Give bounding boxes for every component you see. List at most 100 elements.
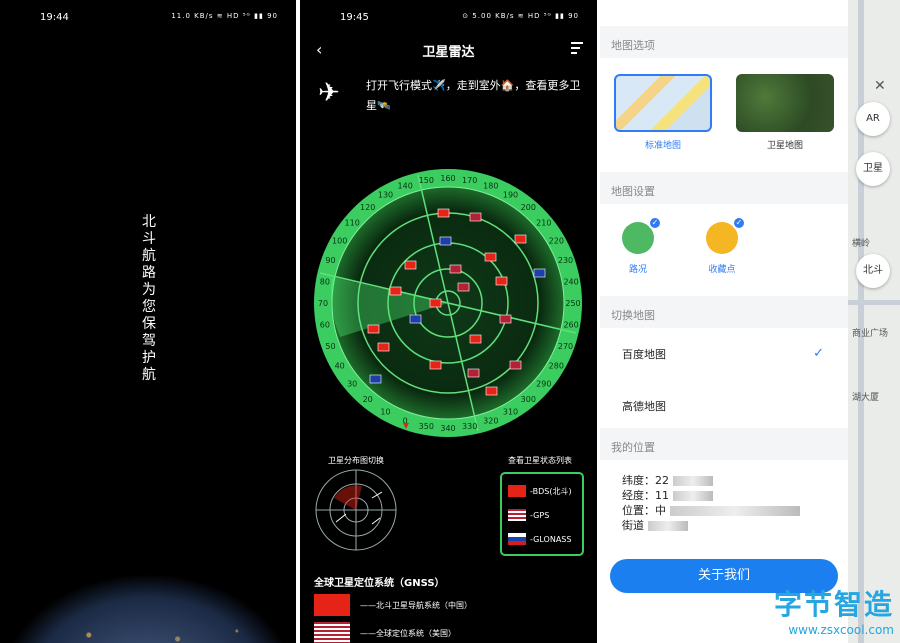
street-row: 街道 <box>622 517 688 533</box>
radar-tick-label: 60 <box>320 321 330 330</box>
satellite-flag-icon <box>469 212 482 222</box>
satellite-map-thumbnail <box>736 74 834 132</box>
gnss-item: ——全球定位系统（美国） <box>314 622 456 643</box>
radar-tick-label: 180 <box>483 182 498 191</box>
status-list-button[interactable]: -BDS(北斗) -GPS -GLONASS <box>500 472 584 556</box>
status-time: 19:44 <box>40 12 69 23</box>
status-list-label[interactable]: 查看卫星状态列表 <box>508 455 572 466</box>
radar-tick-label: 250 <box>565 299 580 308</box>
gaode-map-option[interactable]: 高德地图 <box>622 398 666 414</box>
radar-tick-label: 200 <box>521 203 536 212</box>
gnss-title: 全球卫星定位系统（GNSS） <box>314 578 445 589</box>
map-label: 横岭 <box>852 239 871 249</box>
splash-slogan: 北斗航路 为您保驾护航 <box>142 214 156 383</box>
radar-tick-label: 100 <box>332 237 347 246</box>
radar-tick-label: 270 <box>558 342 573 351</box>
checkmark-icon: ✓ <box>813 346 824 361</box>
traffic-light-icon: ✓ <box>622 216 662 254</box>
satellite-flag-icon <box>495 276 508 286</box>
radar-tick-label: 140 <box>398 182 413 191</box>
status-time: 19:45 <box>340 12 369 23</box>
check-icon: ✓ <box>732 216 746 230</box>
map-label: 湖大厦 <box>852 393 880 403</box>
beidou-button[interactable]: 北斗 <box>856 254 890 288</box>
legend-gps: -GPS <box>508 508 549 522</box>
longitude-row: 经度：11 <box>622 487 713 503</box>
satellite-flag-icon <box>389 286 402 296</box>
satellite-button[interactable]: 卫星 <box>856 152 890 186</box>
china-flag-icon <box>508 485 526 497</box>
satellite-flag-icon <box>429 298 442 308</box>
watermark-title: 字节智造 <box>773 588 894 621</box>
radar-tick-label: 130 <box>378 191 393 200</box>
distribution-switch-label[interactable]: 卫星分布图切换 <box>328 455 384 466</box>
nav-bar: ‹ 卫星雷达 <box>300 38 597 62</box>
satellite-flag-icon <box>439 236 452 246</box>
radar-tick-label: 150 <box>419 176 434 185</box>
baidu-map-option[interactable]: 百度地图 <box>622 346 666 362</box>
radar-tick-label: 340 <box>440 424 455 433</box>
airplane-icon: ✈ <box>318 78 340 108</box>
radar-tick-label: 290 <box>536 379 551 388</box>
traffic-toggle[interactable]: ✓ 路况 <box>622 216 662 275</box>
standard-map-option[interactable]: 标准地图 <box>614 74 712 151</box>
radar-tick-label: 40 <box>335 362 345 371</box>
map-background: ✕ AR 卫星 横岭 北斗 商业广场 湖大厦 <box>848 0 900 643</box>
satellite-flag-icon <box>485 386 498 396</box>
favorites-toggle[interactable]: ✓ 收藏点 <box>706 216 746 275</box>
satellite-flag-icon <box>449 264 462 274</box>
status-icons: ⊙ 5.00 KB/s ≋ HD ⁵ᴳ ▮▮ 90 <box>462 12 579 20</box>
radar-tick-label: 310 <box>503 407 518 416</box>
menu-icon[interactable] <box>571 42 583 57</box>
radar-tick-label: 70 <box>318 299 328 308</box>
radar-tick-label: 300 <box>521 395 536 404</box>
china-flag-icon <box>314 594 350 616</box>
status-icons: 11.0 KB/s ≋ HD ⁵ᴳ ▮▮ 90 <box>171 12 278 20</box>
satellite-flag-icon <box>377 342 390 352</box>
mini-radar-button[interactable] <box>314 468 398 552</box>
latitude-row: 纬度：22 <box>622 472 713 488</box>
close-icon[interactable]: ✕ <box>874 78 886 94</box>
star-icon: ✓ <box>706 216 746 254</box>
radar-tick-label: 210 <box>536 219 551 228</box>
gnss-item: ——北斗卫星导航系统（中国） <box>314 594 472 616</box>
satellite-map-option[interactable]: 卫星地图 <box>736 74 834 151</box>
radar-tick-label: 30 <box>347 379 357 388</box>
watermark-url: www.zsxcool.com <box>788 623 894 637</box>
radar-tick-label: 160 <box>440 174 455 183</box>
radar-tick-label: 190 <box>503 191 518 200</box>
satellite-flag-icon <box>467 368 480 378</box>
radar-tick-label: 330 <box>462 422 477 431</box>
radar-tick-label: 120 <box>360 203 375 212</box>
satellite-flag-icon <box>404 260 417 270</box>
redacted-value <box>647 521 688 531</box>
ar-button[interactable]: AR <box>856 102 890 136</box>
satellite-flag-icon <box>499 314 512 324</box>
redacted-value <box>672 491 713 501</box>
satellite-flag-icon <box>484 252 497 262</box>
satellite-flag-icon <box>509 360 522 370</box>
satellite-radar-screen: 19:45 ⊙ 5.00 KB/s ≋ HD ⁵ᴳ ▮▮ 90 ‹ 卫星雷达 ✈… <box>300 0 597 643</box>
check-icon: ✓ <box>648 216 662 230</box>
legend-bds: -BDS(北斗) <box>508 484 572 498</box>
watermark: 字节智造 www.zsxcool.com <box>774 583 894 637</box>
map-label: 商业广场 <box>852 329 889 339</box>
radar-tick-label: 90 <box>325 256 335 265</box>
satellite-flag-icon <box>429 360 442 370</box>
radar-tick-label: 230 <box>558 256 573 265</box>
satellite-flag-icon <box>409 314 422 324</box>
radar-tick-label: 110 <box>345 219 360 228</box>
splash-screen: 19:44 11.0 KB/s ≋ HD ⁵ᴳ ▮▮ 90 北斗航路 为您保驾护… <box>0 0 296 643</box>
radar-tick-label: 50 <box>325 342 335 351</box>
radar-tick-label: 260 <box>563 321 578 330</box>
status-bar: 19:44 11.0 KB/s ≋ HD ⁵ᴳ ▮▮ 90 <box>0 10 296 26</box>
redacted-value <box>672 476 713 486</box>
radar-tick-label: 20 <box>363 395 373 404</box>
radar-tick-label: 170 <box>462 176 477 185</box>
position-row: 位置：中 <box>622 502 800 518</box>
radar-chart: 150 160 170 180 190200210 220 230 240 250 260 270 2… <box>314 169 582 437</box>
status-bar: 19:45 ⊙ 5.00 KB/s ≋ HD ⁵ᴳ ▮▮ 90 <box>300 10 597 26</box>
radar-tick-label: 280 <box>549 362 564 371</box>
satellite-flag-icon <box>369 374 382 384</box>
standard-map-thumbnail <box>614 74 712 132</box>
